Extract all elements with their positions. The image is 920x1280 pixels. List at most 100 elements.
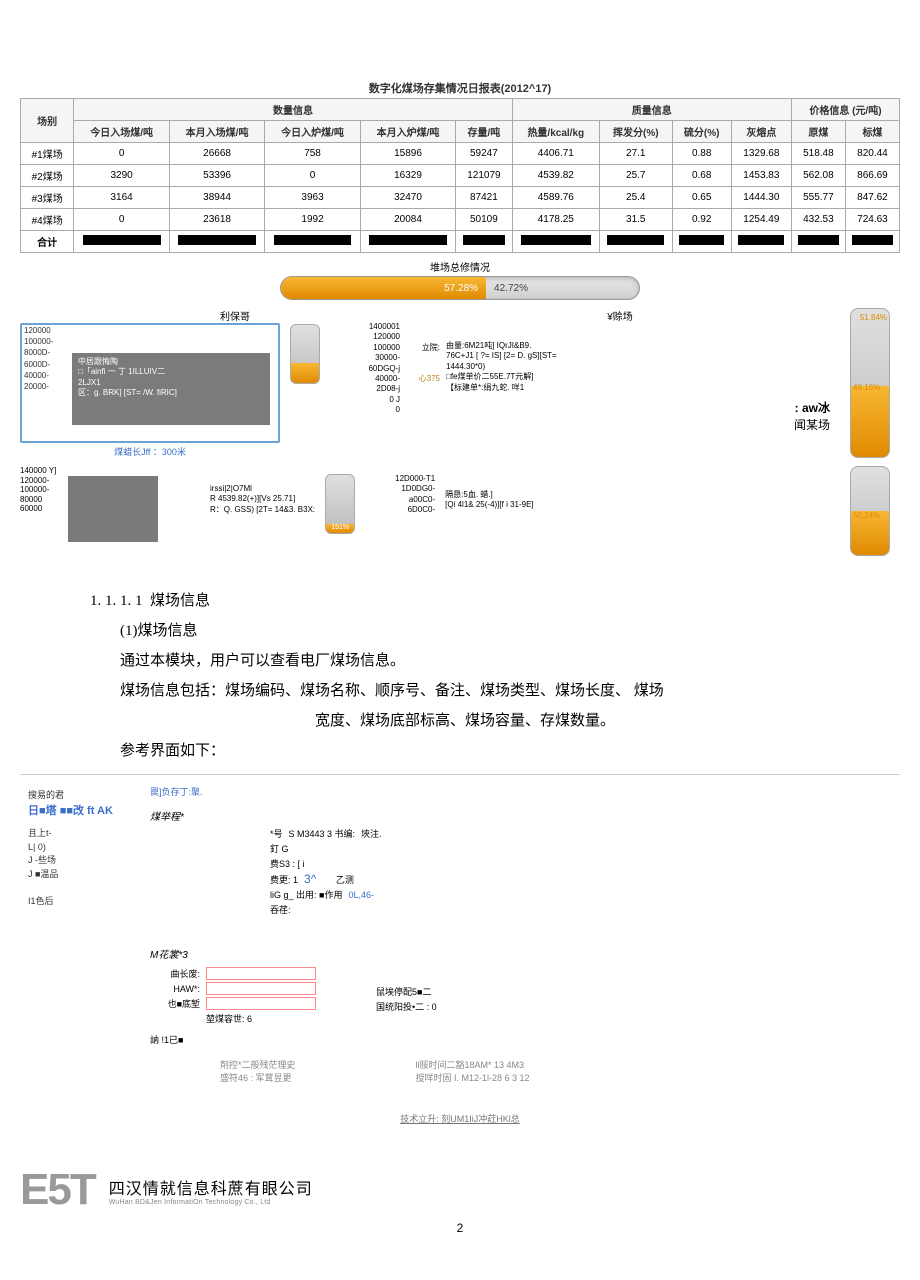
para-cont: 宽度、煤场底部标高、煤场容量、存煤数量。 bbox=[90, 706, 840, 736]
val: 3^ bbox=[304, 872, 316, 886]
pipe-fill: 57.28% bbox=[281, 277, 486, 299]
cell: 0.68 bbox=[672, 165, 731, 187]
cyl2-label: 50.24% bbox=[853, 511, 880, 520]
cell: 50109 bbox=[456, 209, 512, 231]
table-row: #3煤场316438944396332470874214589.7625.40.… bbox=[21, 187, 900, 209]
length-input[interactable] bbox=[206, 967, 316, 980]
redacted-cell bbox=[679, 235, 724, 245]
cell: 847.62 bbox=[845, 187, 899, 209]
cell: 3290 bbox=[74, 165, 169, 187]
sum-label: 合计 bbox=[21, 231, 74, 253]
chart1-right-title: ¥赊场 bbox=[410, 308, 830, 323]
cell: 53396 bbox=[169, 165, 264, 187]
colgroup-qual: 质量信息 bbox=[512, 99, 791, 121]
table-sum-row: 合计 bbox=[21, 231, 900, 253]
cell: 432.53 bbox=[791, 209, 845, 231]
cell: 1254.49 bbox=[731, 209, 791, 231]
page-number: 2 bbox=[20, 1221, 900, 1235]
cell: 20084 bbox=[360, 209, 455, 231]
cell: 0.65 bbox=[672, 187, 731, 209]
daily-report-table: 场别 数量信息 质量信息 价格信息 (元/吨) 今日入场煤/吨 本月入场煤/吨 … bbox=[20, 98, 900, 253]
cell: 518.48 bbox=[791, 143, 845, 165]
cell: 59247 bbox=[456, 143, 512, 165]
cell: 0 bbox=[265, 165, 360, 187]
col: 今日入炉煤/吨 bbox=[265, 121, 360, 143]
cell: 724.63 bbox=[845, 209, 899, 231]
cell: 121079 bbox=[456, 165, 512, 187]
mini-cylinder-1 bbox=[290, 324, 320, 384]
lbl: *号 bbox=[270, 827, 283, 840]
redacted-cell bbox=[178, 235, 256, 245]
breadcrumb: 罠]负存丁:聚. bbox=[150, 785, 900, 798]
mini-cylinder-2: 151% bbox=[325, 474, 355, 534]
chart1-caption: 煤蜡长Jff ：300米 bbox=[20, 445, 280, 458]
meta: 盛符46 : 军茸昱更 bbox=[220, 1071, 296, 1084]
cell: 3164 bbox=[74, 187, 169, 209]
stock-pipe-chart: 57.28% 42.72% bbox=[280, 276, 640, 300]
cell: 32470 bbox=[360, 187, 455, 209]
haw-input[interactable] bbox=[206, 982, 316, 995]
para: 通过本模块，用户可以查看电厂煤场信息。 bbox=[90, 646, 840, 676]
yard2-bar-chart: 140000 Y]120000-100000-8000060000 bbox=[20, 466, 200, 546]
cell: 820.44 bbox=[845, 143, 899, 165]
lbl: liG g_ 出用: ■作用 bbox=[270, 888, 342, 901]
cell: 0.92 bbox=[672, 209, 731, 231]
company-name-zh: 四汉情就信息科蔗有眼公司 bbox=[109, 1175, 313, 1199]
mini-cyl-label: 151% bbox=[326, 524, 354, 533]
tech-support-link[interactable]: 技术立升: 刻UM1IiJ冲荭HKl总 bbox=[20, 1112, 900, 1125]
cell: #1煤场 bbox=[21, 143, 74, 165]
col: 挥发分(%) bbox=[599, 121, 672, 143]
sub-heading: (1)煤场信息 bbox=[90, 616, 840, 646]
lbl: 也■底堑 bbox=[150, 997, 200, 1010]
col: 原煤 bbox=[791, 121, 845, 143]
lbl: 费更: 1 bbox=[270, 873, 298, 886]
redacted-cell bbox=[852, 235, 893, 245]
company-logo-text: E5T bbox=[20, 1165, 95, 1215]
redacted-cell bbox=[798, 235, 839, 245]
cell: #4煤场 bbox=[21, 209, 74, 231]
lbl: 埉注. bbox=[361, 827, 382, 840]
cell: 1329.68 bbox=[731, 143, 791, 165]
chart-left-label: 立院: bbox=[422, 343, 440, 352]
pipe-rest: 42.72% bbox=[486, 277, 639, 299]
cell: 26668 bbox=[169, 143, 264, 165]
table-row: #2煤场3290533960163291210794539.8225.70.68… bbox=[21, 165, 900, 187]
col: 硫分(%) bbox=[672, 121, 731, 143]
val: 费S3 : [ i bbox=[270, 857, 305, 870]
section-heading: 1. 1. 1. 1 煤场信息 bbox=[90, 586, 840, 616]
col: 存量/吨 bbox=[456, 121, 512, 143]
report-title: 数字化煤场存集情况日报表(2012^17) bbox=[20, 80, 900, 96]
val: 0L,46- bbox=[348, 890, 374, 900]
para: 参考界面如下： bbox=[90, 736, 840, 766]
para: 煤场信息包括：煤场编码、煤场名称、顺序号、备注、煤场类型、煤场长度、 煤场 bbox=[90, 676, 840, 706]
yard1-bar-chart: 120000100000-8000D-6000D-40000-20000- 中居… bbox=[20, 323, 280, 443]
cell: 866.69 bbox=[845, 165, 899, 187]
meta: ll脮时间二豁18AM* 13 4M3 bbox=[416, 1058, 530, 1071]
toolbar-text[interactable]: 日■塔 ■■改 ft AK bbox=[28, 803, 140, 820]
lbl: HAW*: bbox=[150, 984, 200, 994]
cell: #2煤场 bbox=[21, 165, 74, 187]
cell: 758 bbox=[265, 143, 360, 165]
cell: 562.08 bbox=[791, 165, 845, 187]
redacted-cell bbox=[521, 235, 592, 245]
meta: 剤控*二般残茫理史 bbox=[220, 1058, 296, 1071]
company-name-en: WuHan BD&Jen InformatiOn Technology Co.,… bbox=[109, 1199, 313, 1206]
cell: 3963 bbox=[265, 187, 360, 209]
colgroup-price: 价格信息 (元/吨) bbox=[791, 99, 899, 121]
table-row: #1煤场02666875815896592474406.7127.10.8813… bbox=[21, 143, 900, 165]
cell: 0 bbox=[74, 209, 169, 231]
cell: 1444.30 bbox=[731, 187, 791, 209]
cell: 25.4 bbox=[599, 187, 672, 209]
cell: 27.1 bbox=[599, 143, 672, 165]
table-row: #4煤场023618199220084501094178.2531.50.921… bbox=[21, 209, 900, 231]
search-label: 搜易的君 bbox=[28, 789, 140, 803]
col: 本月入场煤/吨 bbox=[169, 121, 264, 143]
val: 釘 G bbox=[270, 842, 289, 855]
col: 热量/kcal/kg bbox=[512, 121, 599, 143]
cell: 1992 bbox=[265, 209, 360, 231]
cell: 4406.71 bbox=[512, 143, 599, 165]
base-input[interactable] bbox=[206, 997, 316, 1010]
cell: 4589.76 bbox=[512, 187, 599, 209]
chart1-left-title: 利保哥 bbox=[20, 308, 280, 323]
cell: 555.77 bbox=[791, 187, 845, 209]
